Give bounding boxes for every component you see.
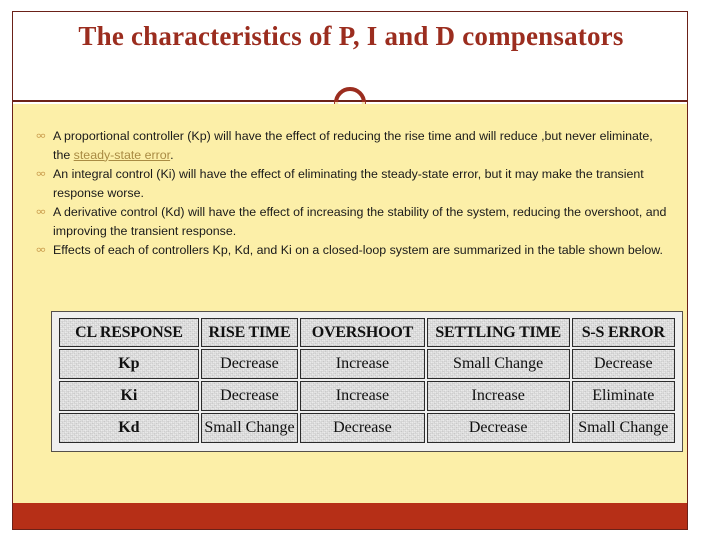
table-row: Ki Decrease Increase Increase Eliminate [59, 381, 675, 411]
table-row: Kp Decrease Increase Small Change Decrea… [59, 349, 675, 379]
table-cell: Small Change [200, 413, 299, 443]
bullet-list: ∞ A proportional controller (Kp) will ha… [29, 127, 673, 261]
bullet-text: A proportional controller (Kp) will have… [53, 127, 673, 164]
table-cell: Decrease [571, 349, 675, 379]
table-cell: Small Change [426, 349, 570, 379]
list-item: ∞ An integral control (Ki) will have the… [29, 165, 673, 202]
table-cell: Decrease [200, 349, 299, 379]
table-row: Kd Small Change Decrease Decrease Small … [59, 413, 675, 443]
table-header-row: CL RESPONSE RISE TIME OVERSHOOT SETTLING… [59, 318, 675, 347]
table-cell: Decrease [426, 413, 570, 443]
list-item: ∞ Effects of each of controllers Kp, Kd,… [29, 241, 673, 260]
bullet-marker-icon: ∞ [35, 243, 47, 256]
table-cell: Small Change [571, 413, 675, 443]
table-header-cell: RISE TIME [200, 318, 299, 347]
bullet-text: Effects of each of controllers Kp, Kd, a… [53, 243, 663, 257]
table-cell: Increase [300, 381, 425, 411]
list-item: ∞ A derivative control (Kd) will have th… [29, 203, 673, 240]
table-cell: Decrease [300, 413, 425, 443]
bullet-marker-icon: ∞ [35, 205, 47, 218]
table-cell: Increase [426, 381, 570, 411]
bullet-marker-icon: ∞ [35, 167, 47, 180]
table-header-cell: CL RESPONSE [59, 318, 199, 347]
pid-characteristics-table: CL RESPONSE RISE TIME OVERSHOOT SETTLING… [57, 316, 677, 445]
table-cell: Ki [59, 381, 199, 411]
table-header-cell: S-S ERROR [571, 318, 675, 347]
table-cell: Decrease [200, 381, 299, 411]
steady-state-error-link[interactable]: steady-state error [74, 148, 170, 162]
table-header-cell: OVERSHOOT [300, 318, 425, 347]
bullet-marker-icon: ∞ [35, 129, 47, 142]
table-header-cell: SETTLING TIME [426, 318, 570, 347]
table-cell: Eliminate [571, 381, 675, 411]
bullet-text: An integral control (Ki) will have the e… [53, 167, 644, 200]
slide-body: ∞ A proportional controller (Kp) will ha… [13, 104, 687, 503]
table-cell: Kp [59, 349, 199, 379]
bullet-text-post: . [170, 147, 174, 162]
pid-characteristics-table-image: CL RESPONSE RISE TIME OVERSHOOT SETTLING… [51, 311, 683, 452]
slide: The characteristics of P, I and D compen… [12, 11, 688, 530]
list-item: ∞ A proportional controller (Kp) will ha… [29, 127, 673, 164]
bullet-text: A derivative control (Kd) will have the … [53, 205, 667, 238]
page-title: The characteristics of P, I and D compen… [78, 21, 624, 51]
bottom-accent-bar [13, 503, 687, 529]
table-cell: Increase [300, 349, 425, 379]
table-cell: Kd [59, 413, 199, 443]
